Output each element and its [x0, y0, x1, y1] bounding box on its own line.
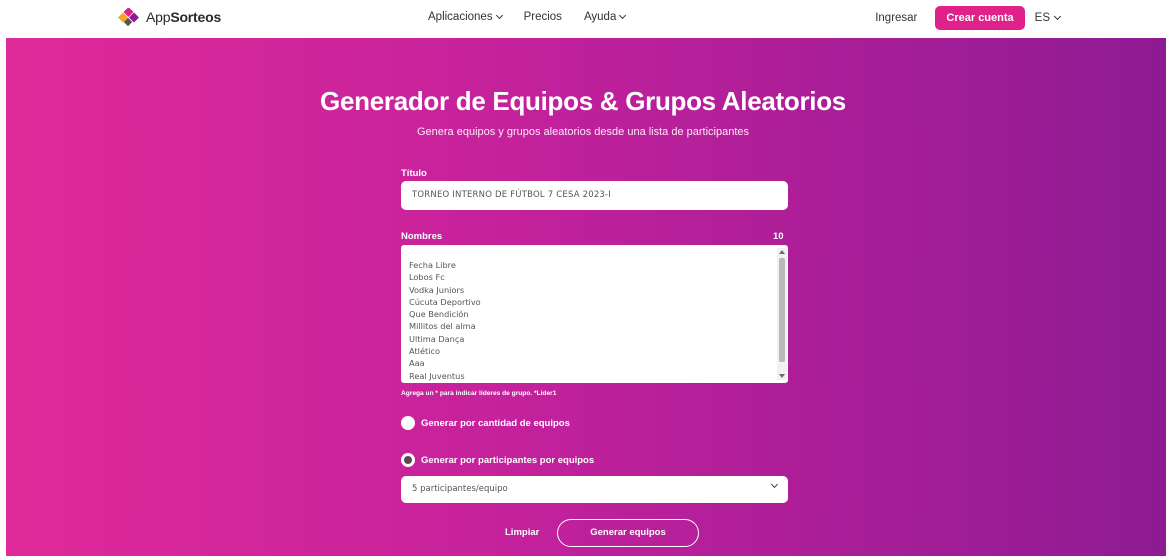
title-input[interactable]: TORNEO INTERNO DE FÚTBOL 7 CESA 2023-I: [401, 181, 788, 210]
logo[interactable]: AppSorteos: [118, 8, 221, 26]
logo-icon: [118, 8, 139, 26]
chevron-down-icon: [770, 480, 779, 489]
signup-button[interactable]: Crear cuenta: [935, 6, 1025, 30]
login-link[interactable]: Ingresar: [875, 12, 917, 24]
radio-by-participants[interactable]: Generar por participantes por equipos: [401, 453, 594, 467]
page-subtitle: Genera equipos y grupos aleatorios desde…: [416, 126, 750, 138]
names-label: Nombres: [401, 231, 443, 242]
name-entry: Millitos del alma: [409, 321, 476, 332]
chevron-down-icon: [495, 11, 503, 20]
leader-hint: Agrega un * para indicar líderes de grup…: [401, 390, 557, 397]
title-label: Título: [401, 168, 427, 179]
name-entry: Que Bendición: [409, 309, 469, 320]
generate-teams-button[interactable]: Generar equipos: [557, 519, 699, 547]
nav-actions: Ingresar Crear cuenta ES: [875, 6, 1166, 30]
nav-ayuda[interactable]: Ayuda: [584, 11, 627, 23]
name-entry: Real Juventus: [409, 370, 465, 381]
name-entry: Aaa: [409, 358, 425, 369]
names-textarea[interactable]: Fecha Libre Lobos Fc Vodka Juniors Cúcut…: [401, 245, 788, 383]
radio-icon[interactable]: [401, 416, 415, 430]
radio-checked-icon[interactable]: [401, 453, 415, 467]
chevron-down-icon: [619, 11, 627, 20]
name-entry: Fecha Libre: [409, 260, 456, 270]
scrollbar-thumb[interactable]: [779, 258, 785, 362]
names-count: 10: [773, 231, 784, 242]
language-selector[interactable]: ES: [1035, 12, 1062, 24]
name-entry: Ultima Dança: [409, 333, 465, 344]
radio-by-team-count[interactable]: Generar por cantidad de equipos: [401, 416, 570, 430]
top-navbar: AppSorteos Aplicaciones Precios Ayuda In…: [0, 0, 1166, 36]
name-entry: Vodka Juniors: [409, 284, 465, 295]
nav-aplicaciones[interactable]: Aplicaciones: [428, 11, 503, 23]
participants-per-team-select[interactable]: 5 participantes/equipo: [401, 476, 788, 503]
names-list: Fecha Libre Lobos Fc Vodka Juniors Cúcut…: [409, 259, 481, 382]
clear-button[interactable]: Limpiar: [505, 527, 539, 538]
name-entry: Lobos Fc: [409, 272, 445, 283]
name-entry: Cúcuta Deportivo: [409, 296, 481, 307]
scroll-down-icon[interactable]: [779, 374, 785, 378]
main-nav: Aplicaciones Precios Ayuda: [428, 11, 627, 23]
page-title: Generador de Equipos & Grupos Aleatorios: [320, 86, 846, 116]
name-entry: Atlético: [409, 346, 440, 357]
textarea-scrollbar[interactable]: [777, 248, 787, 380]
nav-precios[interactable]: Precios: [524, 11, 562, 23]
scroll-up-icon[interactable]: [779, 250, 785, 254]
chevron-down-icon: [1053, 12, 1062, 21]
brand-name: AppSorteos: [146, 9, 222, 25]
